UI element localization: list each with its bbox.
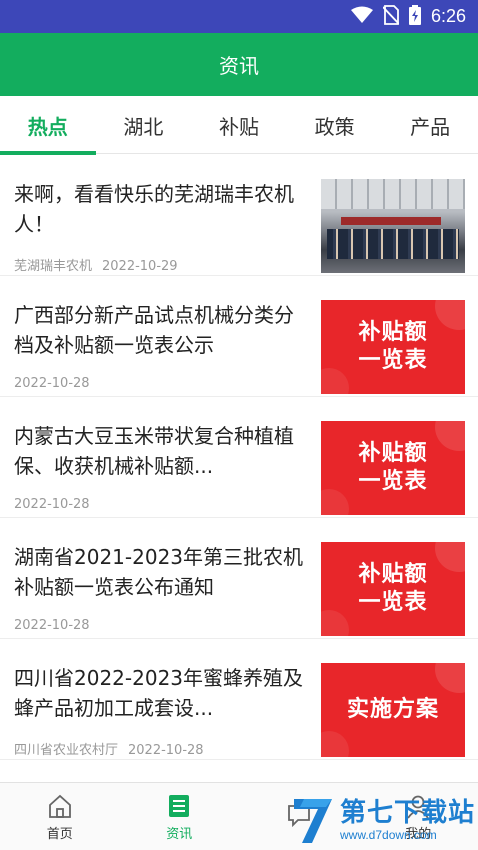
news-icon xyxy=(166,793,192,819)
category-tabs: 热点 湖北 补贴 政策 产品 xyxy=(0,96,478,155)
news-title: 广西部分新产品试点机械分类分档及补贴额一览表公示 xyxy=(14,303,294,357)
news-date: 2022-10-29 xyxy=(102,259,178,274)
page-title: 资讯 xyxy=(219,54,259,78)
news-title: 内蒙古大豆玉米带状复合种植植保、收获机械补贴额... xyxy=(14,424,294,478)
tab-products[interactable]: 产品 xyxy=(382,96,478,154)
news-date: 2022-10-28 xyxy=(14,376,90,391)
news-thumbnail: 补贴额 一览表 xyxy=(321,421,465,515)
tab-policy[interactable]: 政策 xyxy=(287,96,383,154)
watermark-url: www.d7down.com xyxy=(340,828,437,842)
news-date: 2022-10-28 xyxy=(128,743,204,758)
news-title: 湖南省2021-2023年第三批农机补贴额一览表公布通知 xyxy=(14,545,304,599)
thumbnail-text: 补贴额 xyxy=(358,562,428,587)
watermark-text: 第七下载站 xyxy=(340,798,476,828)
banner xyxy=(341,217,441,225)
news-source: 芜湖瑞丰农机 xyxy=(14,259,93,274)
news-meta: 芜湖瑞丰农机 2022-10-29 xyxy=(14,255,178,274)
news-thumbnail: 补贴额 一览表 xyxy=(321,300,465,394)
nav-news[interactable]: 资讯 xyxy=(120,783,240,850)
news-meta: 2022-10-28 xyxy=(14,497,90,512)
list-item[interactable]: 广西部分新产品试点机械分类分档及补贴额一览表公示 2022-10-28 补贴额 … xyxy=(0,276,478,397)
list-item[interactable]: 来啊，看看快乐的芜湖瑞丰农机人！ 芜湖瑞丰农机 2022-10-29 xyxy=(0,155,478,276)
group-photo-people xyxy=(327,229,459,259)
thumbnail-text: 实施方案 xyxy=(346,697,439,722)
battery-charging-icon xyxy=(408,4,421,29)
news-source: 四川省农业农村厅 xyxy=(14,743,119,758)
no-sim-icon xyxy=(382,4,400,29)
home-icon xyxy=(47,793,73,819)
news-title: 来啊，看看快乐的芜湖瑞丰农机人！ xyxy=(14,182,294,236)
news-meta: 四川省农业农村厅 2022-10-28 xyxy=(14,739,204,758)
thumbnail-text: 补贴额 xyxy=(358,320,428,345)
news-date: 2022-10-28 xyxy=(14,618,90,633)
thumbnail-text: 补贴额 xyxy=(358,441,428,466)
watermark-logo-icon xyxy=(290,795,336,845)
news-date: 2022-10-28 xyxy=(14,497,90,512)
news-thumbnail-photo xyxy=(321,179,465,273)
thumbnail-text: 一览表 xyxy=(358,590,428,615)
nav-home[interactable]: 首页 xyxy=(0,783,120,850)
wifi-icon xyxy=(350,6,373,28)
news-list: 来啊，看看快乐的芜湖瑞丰农机人！ 芜湖瑞丰农机 2022-10-29 广西部分新产… xyxy=(0,155,478,781)
news-meta: 2022-10-28 xyxy=(14,618,90,633)
news-thumbnail: 补贴额 一览表 xyxy=(321,542,465,636)
tab-subsidy[interactable]: 补贴 xyxy=(191,96,287,154)
news-meta: 2022-10-28 xyxy=(14,376,90,391)
list-item[interactable]: 内蒙古大豆玉米带状复合种植植保、收获机械补贴额... 2022-10-28 补贴… xyxy=(0,397,478,518)
site-watermark: 第七下载站 www.d7down.com xyxy=(290,792,475,848)
tab-hot[interactable]: 热点 xyxy=(0,96,96,155)
nav-label: 首页 xyxy=(46,826,73,842)
nav-label: 资讯 xyxy=(166,826,193,842)
app-header: 资讯 xyxy=(0,33,478,96)
news-title: 四川省2022-2023年蜜蜂养殖及蜂产品初加工成套设... xyxy=(14,666,304,720)
factory-roof xyxy=(321,179,465,209)
list-item[interactable]: 湖南省2021-2023年第三批农机补贴额一览表公布通知 2022-10-28 … xyxy=(0,518,478,639)
thumbnail-text: 一览表 xyxy=(358,348,428,373)
clock: 6:26 xyxy=(430,6,466,26)
news-thumbnail: 实施方案 xyxy=(321,663,465,757)
thumbnail-text: 一览表 xyxy=(358,469,428,494)
tab-hubei[interactable]: 湖北 xyxy=(96,96,192,154)
status-bar: 6:26 xyxy=(0,0,478,33)
list-item[interactable]: 四川省2022-2023年蜜蜂养殖及蜂产品初加工成套设... 四川省农业农村厅 2… xyxy=(0,639,478,760)
